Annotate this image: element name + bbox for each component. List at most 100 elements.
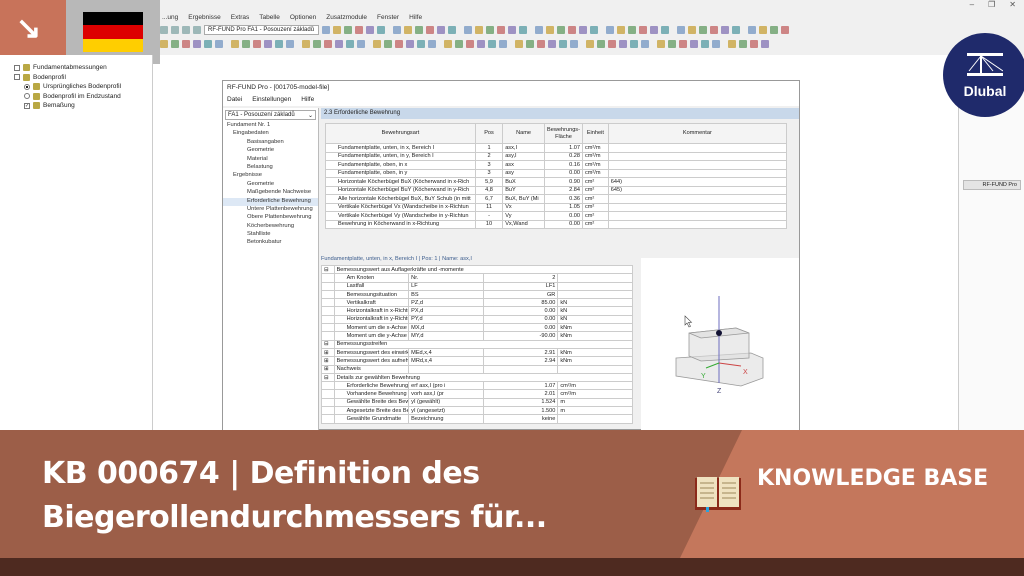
case-select[interactable]: FA1 - Posouzení základů ⌄ bbox=[225, 110, 316, 120]
toolbar-icon[interactable] bbox=[639, 26, 647, 34]
table-row[interactable]: Fundamentplatte, oben, in x 3 asx 0.16 cm²/m bbox=[325, 160, 788, 170]
toolbar-icon[interactable] bbox=[393, 26, 401, 34]
toolbar-icon[interactable] bbox=[215, 40, 223, 48]
toolbar-icon[interactable] bbox=[428, 40, 436, 48]
toolbar-icon[interactable] bbox=[712, 40, 720, 48]
nav-item[interactable]: Belastung bbox=[223, 164, 318, 172]
menu-item[interactable]: Hilfe bbox=[409, 14, 422, 21]
toolbar-icon[interactable] bbox=[377, 26, 385, 34]
toolbar-icon[interactable] bbox=[710, 26, 718, 34]
toolbar-icon[interactable] bbox=[464, 26, 472, 34]
nav-item[interactable]: Geometrie bbox=[223, 147, 318, 155]
menu-item[interactable]: Optionen bbox=[290, 14, 316, 21]
checkbox[interactable]: ✓ bbox=[24, 102, 30, 109]
toolbar-icon[interactable] bbox=[535, 26, 543, 34]
table-row[interactable]: Fundamentplatte, unten, in y, Bereich I2… bbox=[325, 151, 788, 161]
table-row[interactable]: Alle horizontale Köcherbügel BuX, BuY Sc… bbox=[325, 194, 788, 204]
menu-item[interactable]: ...ung bbox=[162, 14, 178, 21]
toolbar-icon[interactable] bbox=[466, 40, 474, 48]
expand-toggle-icon[interactable]: ⊞ bbox=[321, 364, 335, 374]
radio-button[interactable] bbox=[24, 83, 30, 90]
menu-item[interactable]: Ergebnisse bbox=[188, 14, 221, 21]
toolbar-icon[interactable] bbox=[608, 40, 616, 48]
tree-item[interactable]: Ursprüngliches Bodenprofil bbox=[10, 82, 152, 92]
column-header[interactable]: Bewehrungsart bbox=[325, 123, 476, 144]
column-header[interactable]: Name bbox=[502, 123, 545, 144]
toolbar-icon[interactable] bbox=[286, 40, 294, 48]
toolbar-icon[interactable] bbox=[344, 26, 352, 34]
details-row[interactable]: Lastfall LF LF1 bbox=[321, 281, 633, 291]
toolbar-icon[interactable] bbox=[324, 40, 332, 48]
details-row[interactable]: Gewählte Breite des Bewehrungsbereiches … bbox=[321, 397, 633, 408]
toolbar-icon[interactable] bbox=[688, 26, 696, 34]
toolbar-icon[interactable] bbox=[546, 26, 554, 34]
nav-item[interactable]: Untere Plattenbewehrung bbox=[223, 206, 318, 214]
checkbox[interactable] bbox=[14, 74, 20, 81]
nav-item[interactable]: Obere Plattenbewehrung bbox=[223, 214, 318, 222]
details-row[interactable]: Moment um die y-Achse MY,d -90.00 kNm bbox=[321, 331, 633, 341]
toolbar-icon[interactable] bbox=[171, 40, 179, 48]
toolbar-icon[interactable] bbox=[548, 40, 556, 48]
toolbar-icon[interactable] bbox=[657, 40, 665, 48]
toolbar-icon[interactable] bbox=[781, 26, 789, 34]
toolbar-icon[interactable] bbox=[606, 26, 614, 34]
toolbar-icon[interactable] bbox=[242, 40, 250, 48]
toolbar-icon[interactable] bbox=[302, 40, 310, 48]
details-row[interactable]: Am Knoten Nr. 2 bbox=[321, 273, 633, 283]
expand-toggle-icon[interactable]: ⊞ bbox=[321, 347, 335, 358]
toolbar-icon[interactable] bbox=[395, 40, 403, 48]
rf-fund-pro-button[interactable]: RF-FUND Pro bbox=[963, 180, 1021, 190]
menu-hilfe[interactable]: Hilfe bbox=[301, 96, 314, 104]
toolbar-icon[interactable] bbox=[526, 40, 534, 48]
toolbar-icon[interactable] bbox=[486, 26, 494, 34]
toolbar-icon[interactable] bbox=[335, 40, 343, 48]
menu-item[interactable]: Extras bbox=[231, 14, 249, 21]
toolbar-icon[interactable] bbox=[497, 26, 505, 34]
table-row[interactable]: Vertikale Köcherbügel Vx (Wandscheibe in… bbox=[325, 202, 788, 212]
toolbar-icon[interactable] bbox=[570, 40, 578, 48]
foundation-3d-view[interactable]: X Y Z bbox=[641, 258, 799, 431]
expand-toggle-icon[interactable] bbox=[321, 389, 335, 399]
menu-item[interactable]: Tabelle bbox=[259, 14, 280, 21]
expand-toggle-icon[interactable]: ⊞ bbox=[321, 356, 335, 366]
toolbar-icon[interactable] bbox=[437, 26, 445, 34]
table-row[interactable]: Fundamentplatte, oben, in y 3 asy 0.00 cm²/m bbox=[325, 168, 788, 178]
toolbar-icon[interactable] bbox=[597, 40, 605, 48]
details-row[interactable]: ⊟ Bemessungsstreifen bbox=[321, 339, 634, 349]
table-row[interactable]: Horizontale Köcherbügel BuY (Köcherwand … bbox=[325, 185, 788, 195]
maximize-button[interactable]: ❐ bbox=[988, 0, 995, 9]
toolbar-icon[interactable] bbox=[426, 26, 434, 34]
details-row[interactable]: Vertikalkraft PZ,d 85.00 kN bbox=[321, 298, 633, 308]
expand-toggle-icon[interactable] bbox=[321, 397, 335, 408]
details-row[interactable]: Moment um die x-Achse MX,d 0.00 kNm bbox=[321, 323, 633, 333]
details-row[interactable]: Angesetzte Breite des Bewehrungsbereiche… bbox=[321, 406, 633, 416]
toolbar-icon[interactable] bbox=[559, 40, 567, 48]
expand-toggle-icon[interactable] bbox=[321, 289, 335, 300]
toolbar-icon[interactable] bbox=[231, 40, 239, 48]
toolbar-icon[interactable] bbox=[182, 40, 190, 48]
toolbar-icon[interactable] bbox=[699, 26, 707, 34]
nav-item[interactable]: Köcherbewehrung bbox=[223, 223, 318, 231]
nav-item[interactable]: Betonkubatur bbox=[223, 239, 318, 247]
expand-toggle-icon[interactable]: ⊟ bbox=[321, 372, 335, 383]
toolbar-icon[interactable] bbox=[557, 26, 565, 34]
toolbar-icon[interactable] bbox=[761, 40, 769, 48]
toolbar-icon[interactable] bbox=[628, 26, 636, 34]
toolbar-icon[interactable] bbox=[590, 26, 598, 34]
toolbar-icon[interactable] bbox=[499, 40, 507, 48]
tree-item[interactable]: Bodenprofil im Endzustand bbox=[10, 92, 152, 102]
toolbar-icon[interactable] bbox=[750, 40, 758, 48]
column-header[interactable]: Bewehrungs- Fläche bbox=[544, 123, 583, 144]
details-row[interactable]: ⊞ Nachweis bbox=[321, 364, 633, 374]
toolbar-icon[interactable] bbox=[322, 26, 330, 34]
tree-item[interactable]: Fundamentabmessungen bbox=[10, 63, 152, 73]
toolbar-icon[interactable] bbox=[417, 40, 425, 48]
expand-toggle-icon[interactable] bbox=[321, 273, 335, 283]
expand-toggle-icon[interactable]: ⊟ bbox=[321, 264, 335, 275]
toolbar-icon[interactable] bbox=[759, 26, 767, 34]
details-row[interactable]: Gewählte Grundmatte Bezeichnung keine bbox=[321, 414, 633, 424]
toolbar-icon[interactable] bbox=[568, 26, 576, 34]
toolbar-icon[interactable] bbox=[748, 26, 756, 34]
expand-toggle-icon[interactable] bbox=[321, 298, 335, 308]
details-row[interactable]: Vorhandene Bewehrung pro Metervorh asx,I… bbox=[321, 389, 633, 399]
